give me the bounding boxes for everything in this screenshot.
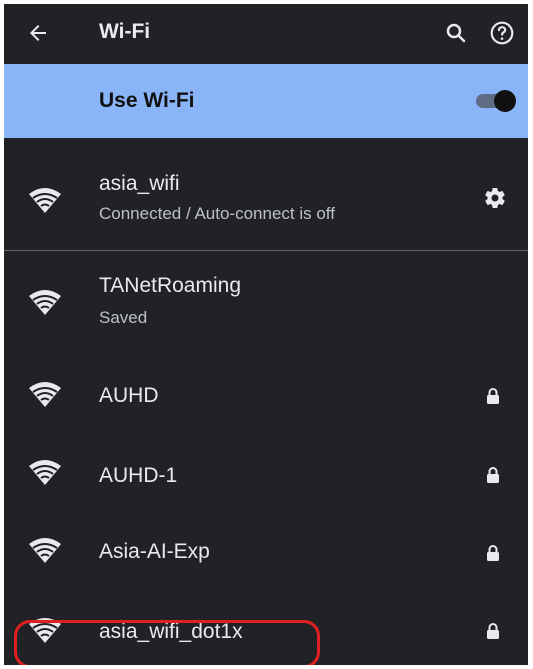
wifi-signal-icon [29, 290, 61, 315]
use-wifi-toggle[interactable] [476, 90, 518, 112]
wifi-signal-icon [29, 460, 61, 485]
search-button[interactable] [436, 13, 476, 53]
toolbar: Wi-Fi [4, 4, 528, 62]
search-icon [446, 23, 466, 43]
use-wifi-row[interactable]: Use Wi-Fi [4, 64, 528, 138]
network-row-asia-wifi[interactable]: asia_wifi Connected / Auto-connect is of… [4, 150, 528, 250]
network-name: AUHD-1 [99, 464, 178, 487]
network-name: asia_wifi [99, 172, 180, 195]
wifi-signal-icon [29, 538, 61, 563]
lock-icon [487, 467, 499, 483]
network-row-asia-ai-exp[interactable]: Asia-AI-Exp [4, 516, 528, 592]
wifi-settings-screen: Wi-Fi Use Wi-Fi asia_wifi Connected / Au… [4, 4, 528, 665]
screen: Wi-Fi Use Wi-Fi asia_wifi Connected / Au… [0, 0, 533, 669]
wifi-signal-icon [29, 382, 61, 407]
network-row-tanetroaming[interactable]: TANetRoaming Saved [4, 252, 528, 352]
lock-icon [487, 545, 499, 561]
divider [4, 250, 528, 251]
arrow-back-icon [30, 25, 46, 41]
network-name: Asia-AI-Exp [99, 540, 210, 563]
network-name: TANetRoaming [99, 274, 241, 297]
back-button[interactable] [18, 13, 58, 53]
lock-icon [487, 623, 499, 639]
use-wifi-label: Use Wi-Fi [99, 89, 195, 112]
network-status: Connected / Auto-connect is off [99, 204, 335, 223]
network-row-auhd[interactable]: AUHD [4, 356, 528, 432]
page-title: Wi-Fi [99, 20, 151, 43]
wifi-signal-icon [29, 188, 61, 213]
network-status: Saved [99, 308, 148, 327]
annotation-highlight-oval [14, 620, 320, 665]
help-button[interactable] [482, 13, 522, 53]
network-name: AUHD [99, 384, 159, 407]
lock-icon [487, 388, 499, 404]
gear-icon[interactable] [483, 186, 507, 210]
toggle-thumb [494, 90, 516, 112]
network-row-auhd-1[interactable]: AUHD-1 [4, 436, 528, 512]
help-icon [490, 21, 514, 45]
